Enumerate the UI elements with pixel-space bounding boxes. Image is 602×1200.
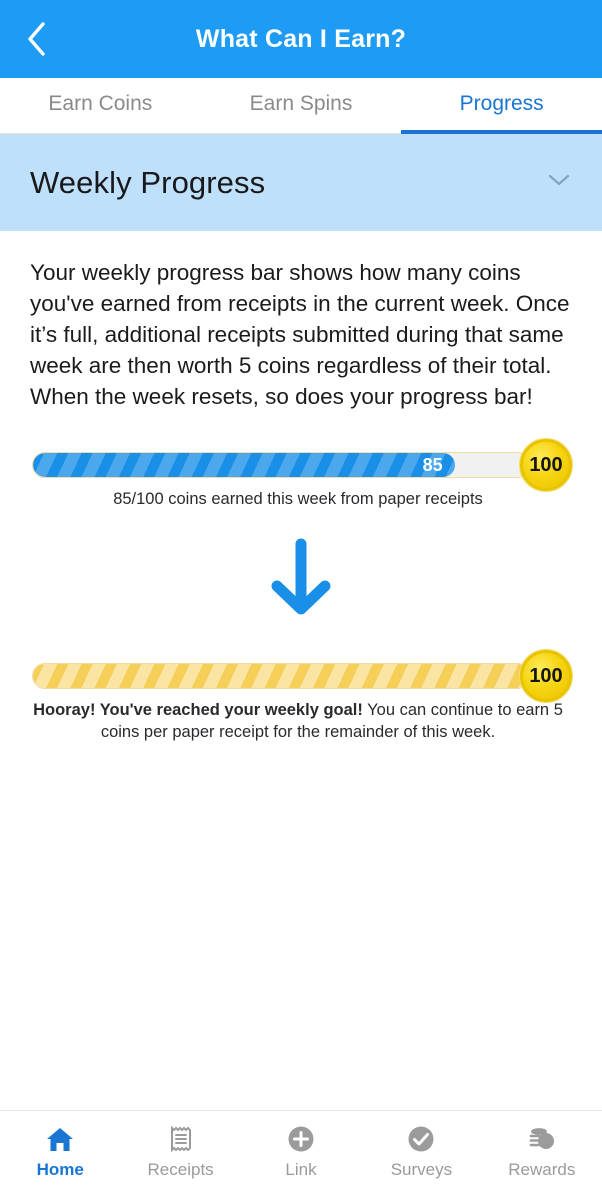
tab-earn-spins[interactable]: Earn Spins [201,78,402,133]
progress-caption-current: 85/100 coins earned this week from paper… [113,490,483,508]
tab-earn-coins[interactable]: Earn Coins [0,78,201,133]
bottom-navigation: Home Receipts Link Surveys Rewards [0,1110,602,1200]
progress-bar-complete: 100 [30,650,572,702]
nav-item-receipts[interactable]: Receipts [120,1125,240,1180]
progress-caption-complete: Hooray! You've reached your weekly goal!… [30,699,572,743]
nav-label-rewards: Rewards [508,1160,576,1179]
nav-label-surveys: Surveys [390,1160,453,1179]
goal-coin-badge-complete[interactable]: 100 [520,650,572,702]
nav-label-link: Link [285,1160,317,1179]
nav-item-link[interactable]: Link [241,1125,361,1180]
nav-item-home[interactable]: Home [0,1125,120,1180]
progress-block-complete: 100 Hooray! You've reached your weekly g… [30,650,572,743]
section-title: Weekly Progress [30,164,266,200]
app-screen: What Can I Earn? Earn Coins Earn Spins P… [0,0,602,1200]
chevron-down-icon[interactable] [544,170,574,195]
progress-value-label: 85 [422,455,443,475]
page-title: What Can I Earn? [195,24,407,53]
receipt-icon [168,1125,194,1153]
progress-track-complete [32,663,530,689]
arrow-down-icon [263,538,339,623]
home-icon [45,1125,75,1153]
chevron-left-icon [23,19,49,59]
intro-paragraph: Your weekly progress bar shows how many … [30,260,570,409]
main-content: Your weekly progress bar shows how many … [0,231,602,1110]
nav-item-surveys[interactable]: Surveys [361,1125,481,1180]
progress-fill-complete [33,664,529,688]
caption-bold-lead: Hooray! You've reached your weekly goal! [33,701,363,719]
weekly-progress-section-header[interactable]: Weekly Progress [0,134,602,231]
progress-bar-current: 85 100 [30,439,572,491]
goal-coin-label-complete: 100 [529,665,563,687]
nav-item-rewards[interactable]: Rewards [482,1125,602,1180]
nav-label-receipts: Receipts [147,1160,214,1179]
progress-fill: 85 [33,453,455,477]
progress-track: 85 [32,452,530,478]
plus-circle-icon [287,1125,315,1153]
back-button[interactable] [8,0,64,78]
progress-block-current: 85 100 85/100 coins earned this week fro… [30,439,572,510]
app-header: What Can I Earn? [0,0,602,78]
goal-coin-badge[interactable]: 100 [520,439,572,491]
arrow-down-container [30,538,572,623]
tab-bar: Earn Coins Earn Spins Progress [0,78,602,134]
nav-label-home: Home [36,1160,84,1179]
check-circle-icon [407,1125,435,1153]
coins-icon [527,1125,557,1153]
goal-coin-label: 100 [529,454,563,476]
tab-progress[interactable]: Progress [401,78,602,134]
